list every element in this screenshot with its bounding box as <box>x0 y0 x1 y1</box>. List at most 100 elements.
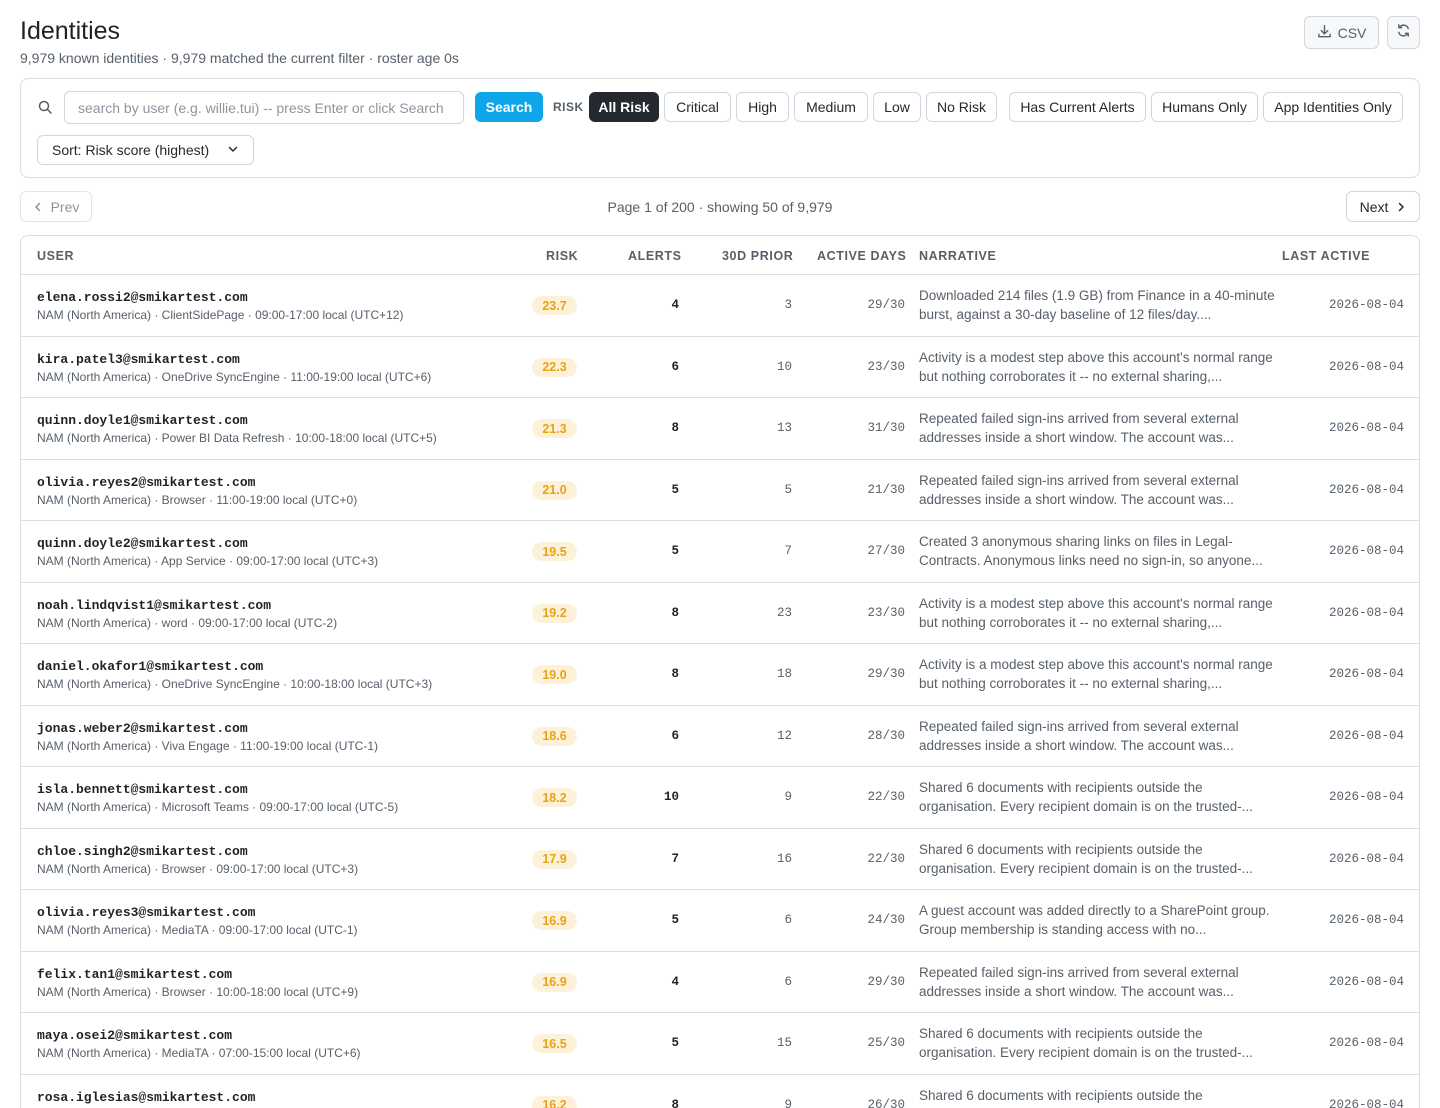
column-header-narrative: NARRATIVE <box>919 249 997 263</box>
user-meta: NAM (North America) · Browser · 11:00-19… <box>37 492 358 507</box>
last-active-date: 2026-08-04 <box>1328 790 1404 804</box>
next-page-button[interactable]: Next <box>1346 191 1420 222</box>
user-meta: NAM (North America) · Viva Engage · 11:0… <box>37 738 379 753</box>
humans-only-toggle[interactable]: Humans Only <box>1151 92 1258 122</box>
user-email[interactable]: maya.osei2@smikartest.com <box>37 1028 361 1043</box>
last-active-date: 2026-08-04 <box>1328 482 1404 497</box>
risk-chip-high[interactable]: High <box>736 92 789 122</box>
column-header-30d-prior[interactable]: 30D PRIOR <box>722 249 793 263</box>
risk-score-badge: 21.0 <box>532 480 577 500</box>
user-cell: jonas.weber2@smikartest.com NAM (North Am… <box>37 721 378 753</box>
alerts-count: 5 <box>671 913 679 927</box>
last-active-date: 2026-08-04 <box>1328 298 1404 312</box>
risk-score-badge: 19.5 <box>532 542 577 561</box>
risk-chip-medium[interactable]: Medium <box>794 92 868 122</box>
table-row[interactable]: chloe.singh2@smikartest.com NAM (North Am… <box>21 829 1419 890</box>
risk-score-badge: 22.3 <box>532 357 577 377</box>
risk-score-badge: 18.6 <box>532 726 577 746</box>
user-email[interactable]: olivia.reyes2@smikartest.com <box>37 475 357 490</box>
narrative-text: Repeated failed sign-ins arrived from se… <box>919 964 1239 999</box>
table-row[interactable]: kira.patel3@smikartest.com NAM (North Ame… <box>21 337 1419 398</box>
active-days: 22/30 <box>867 851 905 866</box>
csv-export-button[interactable]: CSV <box>1304 16 1379 49</box>
risk-score-badge: 18.2 <box>532 788 577 807</box>
user-email[interactable]: felix.tan1@smikartest.com <box>37 967 358 982</box>
prior-30d-count: 9 <box>784 1097 792 1108</box>
header-actions: CSV <box>1304 16 1420 49</box>
user-cell: chloe.singh2@smikartest.com NAM (North Am… <box>37 844 358 876</box>
risk-score-badge: 16.9 <box>532 972 577 992</box>
risk-chip-low[interactable]: Low <box>873 92 921 122</box>
user-meta: NAM (North America) · OneDrive SyncEngin… <box>37 369 432 384</box>
user-email[interactable]: chloe.singh2@smikartest.com <box>37 844 358 859</box>
risk-chip-critical[interactable]: Critical <box>664 92 731 122</box>
table-row[interactable]: elena.rossi2@smikartest.com NAM (North Am… <box>21 275 1419 337</box>
narrative-text: A guest account was added directly to a … <box>919 903 1270 937</box>
user-cell: noah.lindqvist1@smikartest.com NAM (North… <box>37 598 337 630</box>
table-row[interactable]: noah.lindqvist1@smikartest.com NAM (North… <box>21 583 1419 644</box>
table-header: USER RISK ALERTS 30D PRIOR ACTIVE DAYS N… <box>21 236 1419 275</box>
user-email[interactable]: olivia.reyes3@smikartest.com <box>37 905 358 920</box>
alerts-count: 5 <box>671 544 679 558</box>
chevron-right-icon <box>1396 199 1406 215</box>
table-row[interactable]: quinn.doyle2@smikartest.com NAM (North Am… <box>21 521 1419 583</box>
risk-score-badge: 19.2 <box>532 603 577 623</box>
risk-chip-no-risk[interactable]: No Risk <box>926 92 997 122</box>
active-days: 24/30 <box>867 913 905 927</box>
table-row[interactable]: isla.bennett@smikartest.com NAM (North Am… <box>21 767 1419 829</box>
app-identities-only-toggle[interactable]: App Identities Only <box>1263 92 1403 122</box>
table-row[interactable]: olivia.reyes2@smikartest.com NAM (North A… <box>21 460 1419 521</box>
table-row[interactable]: rosa.iglesias@smikartest.comNAM (North A… <box>21 1075 1419 1108</box>
user-email[interactable]: elena.rossi2@smikartest.com <box>37 290 403 305</box>
risk-filter-label: RISK <box>553 100 584 114</box>
table-row[interactable]: maya.osei2@smikartest.com NAM (North Amer… <box>21 1013 1419 1075</box>
refresh-button[interactable] <box>1387 16 1420 49</box>
last-active-date: 2026-08-04 <box>1328 544 1404 558</box>
user-email[interactable]: jonas.weber2@smikartest.com <box>37 721 378 736</box>
has-current-alerts-toggle[interactable]: Has Current Alerts <box>1009 92 1146 122</box>
column-header-alerts[interactable]: ALERTS <box>628 249 682 263</box>
page-subtitle: 9,979 known identities · 9,979 matched t… <box>20 50 459 66</box>
user-meta: NAM (North America) · Microsoft Teams · … <box>37 800 399 814</box>
prior-30d-count: 7 <box>784 544 792 558</box>
prior-30d-count: 13 <box>776 421 792 435</box>
user-email[interactable]: quinn.doyle2@smikartest.com <box>37 536 378 551</box>
search-button[interactable]: Search <box>475 92 543 122</box>
table-row[interactable]: daniel.okafor1@smikartest.com NAM (North … <box>21 644 1419 706</box>
table-row[interactable]: olivia.reyes3@smikartest.com NAM (North A… <box>21 890 1419 952</box>
active-days: 29/30 <box>867 974 905 989</box>
sort-select[interactable]: Sort: Risk score (highest) <box>37 135 254 165</box>
prior-30d-count: 9 <box>784 790 792 804</box>
user-email[interactable]: quinn.doyle1@smikartest.com <box>37 413 437 428</box>
prior-30d-count: 18 <box>776 667 792 681</box>
user-email[interactable]: rosa.iglesias@smikartest.com <box>37 1090 462 1105</box>
column-header-active-days[interactable]: ACTIVE DAYS <box>817 249 907 263</box>
alerts-count: 4 <box>671 974 679 989</box>
user-cell: isla.bennett@smikartest.com NAM (North Am… <box>37 782 398 814</box>
search-input[interactable] <box>64 91 464 124</box>
table-row[interactable]: quinn.doyle1@smikartest.com NAM (North Am… <box>21 398 1419 460</box>
risk-score-badge: 17.9 <box>532 849 577 869</box>
active-days: 31/30 <box>867 421 905 435</box>
active-days: 28/30 <box>867 728 905 743</box>
table-row[interactable]: jonas.weber2@smikartest.com NAM (North Am… <box>21 706 1419 767</box>
column-header-last-active[interactable]: LAST ACTIVE <box>1282 249 1370 263</box>
risk-score-badge: 16.2 <box>532 1095 577 1108</box>
column-header-user[interactable]: USER <box>37 249 74 263</box>
user-email[interactable]: noah.lindqvist1@smikartest.com <box>37 598 337 613</box>
table-row[interactable]: felix.tan1@smikartest.com NAM (North Amer… <box>21 952 1419 1013</box>
active-days: 22/30 <box>867 790 905 804</box>
alerts-count: 5 <box>671 1036 679 1050</box>
column-header-risk[interactable]: RISK <box>546 249 578 263</box>
risk-score-badge: 16.5 <box>532 1034 577 1053</box>
last-active-date: 2026-08-04 <box>1328 974 1404 989</box>
alerts-count: 4 <box>671 298 679 312</box>
user-email[interactable]: daniel.okafor1@smikartest.com <box>37 659 432 674</box>
risk-chip-all[interactable]: All Risk <box>589 92 659 122</box>
user-email[interactable]: isla.bennett@smikartest.com <box>37 782 398 797</box>
last-active-date: 2026-08-04 <box>1328 1036 1404 1050</box>
user-email[interactable]: kira.patel3@smikartest.com <box>37 352 431 367</box>
chevron-down-icon <box>227 142 239 158</box>
prior-30d-count: 6 <box>784 913 792 927</box>
prior-30d-count: 6 <box>784 974 792 989</box>
